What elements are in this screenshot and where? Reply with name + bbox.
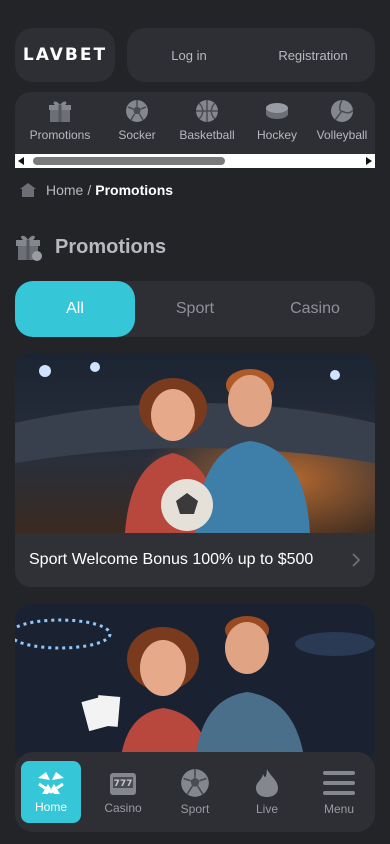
nav-menu[interactable]: Menu: [309, 768, 369, 816]
promo-banner-image: [15, 353, 375, 533]
category-hockey[interactable]: Hockey: [245, 92, 309, 154]
hamburger-menu-icon: [323, 771, 355, 795]
nav-label: Live: [255, 802, 278, 816]
chevron-right-icon: [352, 553, 361, 567]
nav-live[interactable]: Live: [237, 768, 297, 816]
registration-button[interactable]: Registration: [251, 28, 375, 82]
promo-caption[interactable]: Sport Welcome Bonus 100% up to $500: [15, 533, 375, 587]
category-label: Hockey: [256, 128, 297, 142]
bottom-navigation: Home 777 Casino Sport Live Menu: [15, 752, 375, 832]
promo-filter-tabs: All Sport Casino: [15, 281, 375, 337]
breadcrumb: Home / Promotions: [20, 182, 173, 198]
category-promotions[interactable]: Promotions: [15, 92, 105, 154]
scroll-thumb[interactable]: [33, 157, 225, 165]
sports-category-strip[interactable]: Promotions Socker Basketball Hockey Voll…: [15, 92, 375, 154]
breadcrumb-home-link[interactable]: Home: [46, 182, 83, 198]
login-button[interactable]: Log in: [127, 28, 251, 82]
category-label: Socker: [118, 128, 156, 142]
logo[interactable]: LAVBET: [15, 28, 115, 82]
category-label: Basketball: [179, 128, 235, 142]
svg-text:777: 777: [114, 779, 133, 789]
promo-banner-image: [15, 604, 375, 764]
basketball-icon: [196, 100, 218, 122]
logo-text: LAVBET: [22, 45, 108, 65]
nav-home[interactable]: Home: [21, 761, 81, 823]
gift-icon: [49, 101, 71, 122]
horizontal-scrollbar[interactable]: [15, 154, 375, 168]
category-label: Promotions: [29, 128, 91, 142]
home-icon: [38, 772, 64, 794]
auth-panel: Log in Registration: [127, 28, 375, 82]
nav-label: Home: [34, 800, 67, 814]
category-label: Volleyball: [316, 128, 368, 142]
promo-card[interactable]: Sport Welcome Bonus 100% up to $500: [15, 353, 375, 587]
page-title-text: Promotions: [55, 235, 167, 258]
gift-icon: [16, 235, 42, 261]
category-volleyball[interactable]: Volleyball: [309, 92, 375, 154]
page-title: Promotions: [15, 232, 166, 262]
nav-label: Menu: [323, 802, 355, 816]
promo-card[interactable]: [15, 604, 375, 764]
volleyball-icon: [331, 99, 354, 122]
tab-sport[interactable]: Sport: [135, 281, 255, 337]
soccer-ball-icon: [181, 769, 209, 797]
slot-machine-icon: 777: [110, 773, 136, 795]
tab-casino[interactable]: Casino: [255, 281, 375, 337]
scroll-left-arrow-icon[interactable]: [18, 157, 24, 165]
nav-sport[interactable]: Sport: [165, 768, 225, 816]
hockey-puck-icon: [266, 103, 288, 119]
scroll-right-arrow-icon[interactable]: [366, 157, 372, 165]
nav-label: Casino: [104, 801, 142, 815]
nav-casino[interactable]: 777 Casino: [93, 769, 153, 815]
soccer-ball-icon: [126, 100, 148, 122]
promo-title: Sport Welcome Bonus 100% up to $500: [29, 551, 314, 568]
nav-label: Sport: [180, 802, 210, 816]
flame-icon: [256, 769, 278, 797]
category-socker[interactable]: Socker: [105, 92, 169, 154]
category-basketball[interactable]: Basketball: [169, 92, 245, 154]
top-bar: LAVBET Log in Registration: [15, 28, 375, 82]
tab-all[interactable]: All: [15, 281, 135, 337]
breadcrumb-separator: /: [87, 182, 92, 198]
breadcrumb-current: Promotions: [95, 182, 174, 198]
house-icon: [20, 183, 36, 197]
